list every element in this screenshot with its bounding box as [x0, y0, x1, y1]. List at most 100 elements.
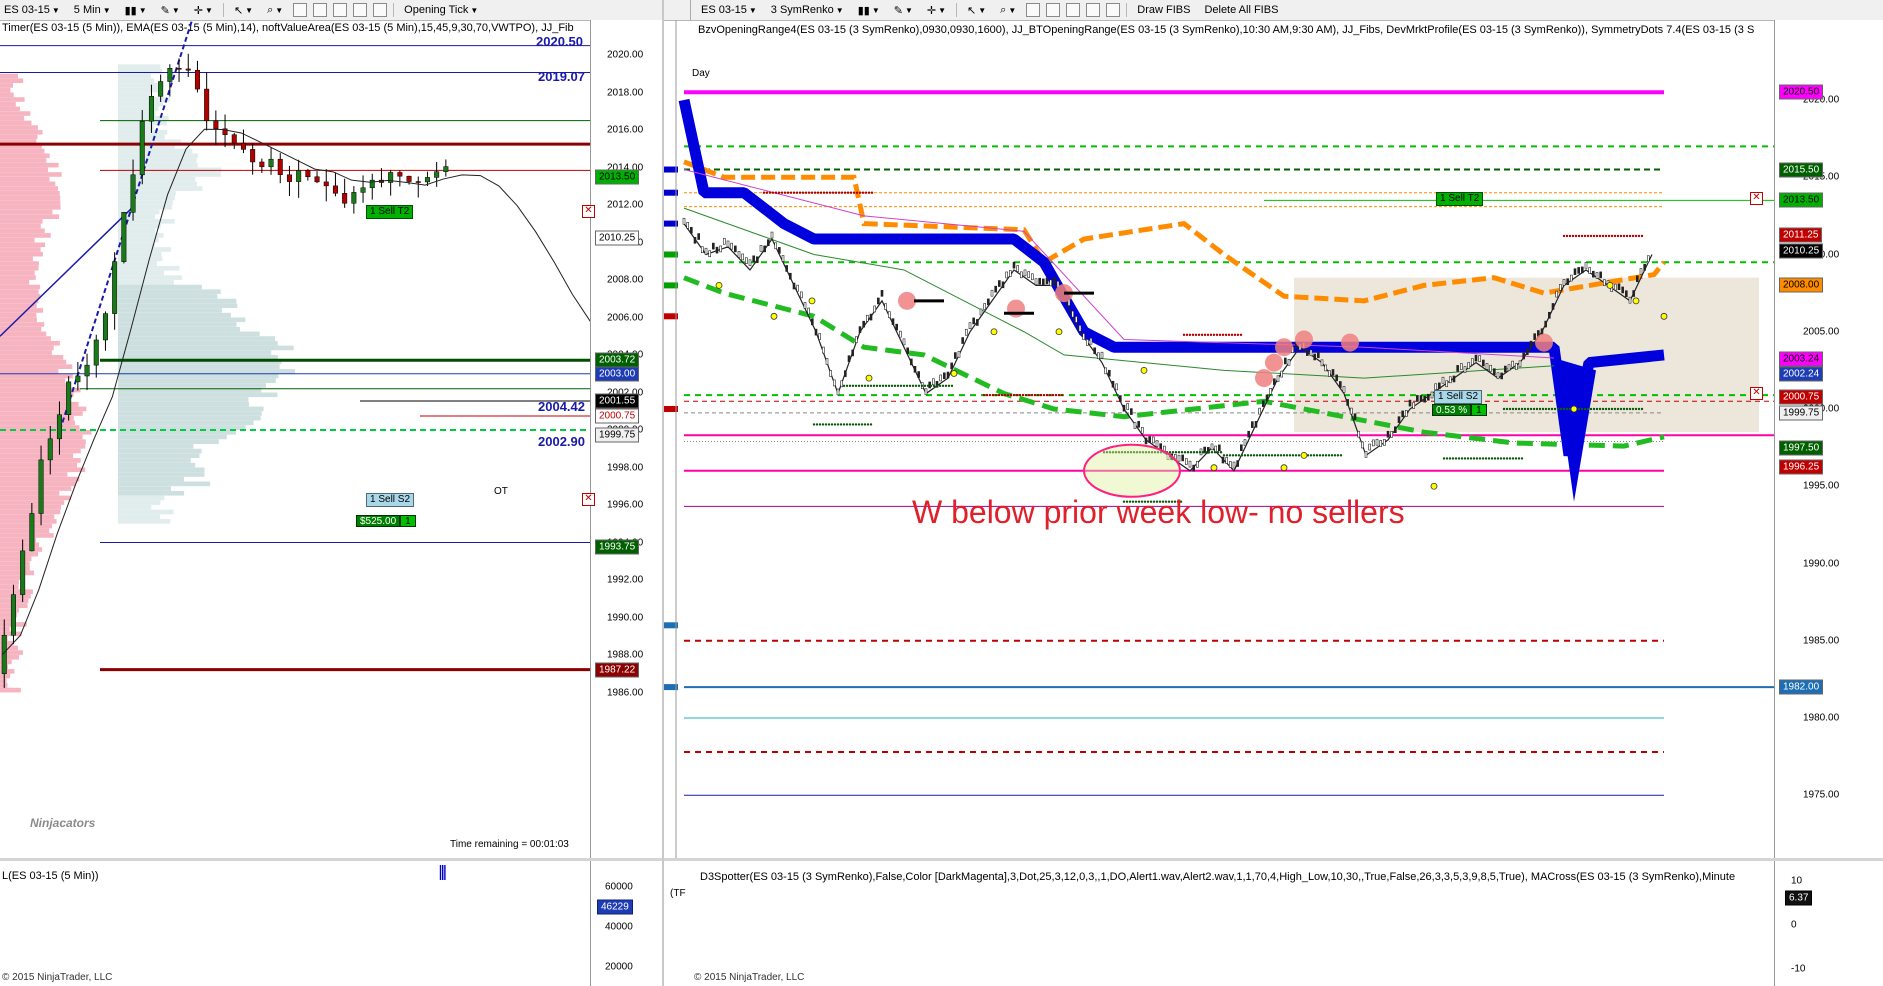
- draw-pencil-button[interactable]: ✎ ▼: [890, 1, 917, 19]
- symmetry-dot: [830, 423, 834, 426]
- pointer-icon: ↖: [967, 4, 977, 17]
- renko-brick: [1111, 380, 1115, 388]
- symmetry-dot: [815, 423, 819, 426]
- strategies-icon[interactable]: [1066, 3, 1081, 17]
- renko-brick: [1639, 268, 1643, 275]
- symmetry-dot: [1529, 407, 1533, 411]
- volume-profile-bar: [118, 350, 272, 355]
- oscillator-axis[interactable]: 10 0 -10 6.37: [1774, 861, 1883, 986]
- pane-separator[interactable]: [0, 858, 662, 861]
- symmetry-dot: [1174, 451, 1178, 454]
- crosshair-button[interactable]: ✛ ▼: [923, 1, 950, 19]
- left-position-pnl[interactable]: $525.00 1: [356, 515, 416, 527]
- strategies-icon[interactable]: [333, 3, 348, 17]
- profile-bar: [0, 134, 38, 140]
- pointer-button[interactable]: ↖ ▼: [230, 1, 257, 19]
- right-sell-t2-order[interactable]: 1 Sell T2: [1436, 192, 1484, 206]
- symmetry-dot: [1006, 393, 1010, 397]
- renko-brick: [866, 314, 869, 322]
- symmetry-dot: [1243, 454, 1247, 457]
- draw-pencil-button[interactable]: ✎ ▼: [157, 1, 184, 19]
- right-price-chart[interactable]: [664, 20, 1774, 880]
- profile-bar: [0, 490, 60, 496]
- template-selector[interactable]: Opening Tick ▼: [400, 1, 482, 19]
- right-interval-selector[interactable]: 3 SymRenko ▼: [767, 1, 848, 19]
- delete-fibs-button[interactable]: Delete All FIBS: [1200, 1, 1282, 19]
- renko-brick: [1463, 366, 1467, 373]
- symmetry-dot: [1060, 393, 1064, 397]
- symmetry-dot: [1209, 333, 1213, 337]
- template-label: Opening Tick: [404, 4, 469, 16]
- left-price-chart[interactable]: [0, 20, 590, 880]
- renko-brick: [1240, 444, 1243, 452]
- bar-style-button[interactable]: ▮▮ ▼: [854, 1, 884, 19]
- pane-separator[interactable]: [664, 858, 1883, 861]
- templates-icon[interactable]: [1086, 3, 1101, 17]
- swing-point: [1210, 464, 1218, 472]
- chart-properties-icon[interactable]: [1026, 3, 1041, 17]
- candle-body: [38, 459, 44, 514]
- chevron-down-icon: ▼: [938, 5, 947, 15]
- symmetry-dot: [1033, 393, 1037, 397]
- profile-bar: [0, 167, 49, 173]
- order-qty: 1: [1438, 391, 1444, 402]
- profile-bar: [0, 247, 41, 252]
- candle-body: [204, 88, 210, 122]
- indicators-icon[interactable]: [1046, 3, 1061, 17]
- data-box-icon[interactable]: [373, 3, 388, 17]
- profile-bar: [0, 270, 35, 276]
- symmetry-dot: [1188, 333, 1192, 337]
- symmetry-dot: [1628, 407, 1632, 411]
- indicators-icon[interactable]: [313, 3, 328, 17]
- symmetry-dot: [1027, 393, 1031, 397]
- renko-brick: [1511, 360, 1514, 368]
- pointer-button[interactable]: ↖ ▼: [963, 1, 990, 19]
- left-interval-selector[interactable]: 5 Min ▼: [70, 1, 115, 19]
- profile-bar: [0, 106, 20, 112]
- renko-brick: [873, 305, 876, 313]
- symmetry-dot: [1625, 234, 1629, 238]
- profile-bar: [0, 528, 50, 534]
- close-order-icon[interactable]: ✕: [582, 205, 595, 218]
- right-price-axis[interactable]: 2020.002015.002010.002005.002000.001995.…: [1774, 20, 1883, 860]
- renko-brick: [910, 358, 913, 366]
- renko-brick: [1390, 431, 1393, 438]
- left-instrument-selector[interactable]: ES 03-15 ▼: [0, 1, 64, 19]
- zoom-button[interactable]: ⌕ ▼: [263, 1, 287, 19]
- volume-profile-bar: [118, 467, 205, 473]
- bar-style-button[interactable]: ▮▮ ▼: [121, 1, 151, 19]
- symmetry-dot: [1451, 457, 1455, 460]
- renko-brick: [965, 328, 968, 336]
- symmetry-dot: [1520, 457, 1524, 460]
- symmetry-dot: [988, 393, 992, 397]
- chart-annotation: W below prior week low- no sellers: [912, 494, 1405, 530]
- left-price-axis[interactable]: 2020.002018.002016.002014.002012.002010.…: [590, 20, 662, 860]
- symmetry-dot: [1631, 407, 1635, 411]
- renko-brick: [1335, 374, 1338, 382]
- close-order-icon[interactable]: ✕: [582, 493, 595, 506]
- close-order-icon[interactable]: ✕: [1750, 192, 1763, 205]
- zoom-button[interactable]: ⌕ ▼: [996, 1, 1020, 19]
- crosshair-button[interactable]: ✛ ▼: [190, 1, 217, 19]
- close-order-icon[interactable]: ✕: [1750, 387, 1763, 400]
- left-sell-t2-order[interactable]: 1 Sell T2: [366, 205, 414, 219]
- symmetry-dot: [831, 191, 835, 194]
- right-sell-s2-order[interactable]: 1 Sell S2: [1434, 390, 1483, 404]
- left-volume-axis[interactable]: 60000 40000 20000 46229: [590, 861, 662, 986]
- right-instrument-selector[interactable]: ES 03-15 ▼: [697, 1, 761, 19]
- symmetry-dot: [857, 423, 861, 426]
- right-position-pct[interactable]: 0.53 % 1: [1432, 404, 1487, 416]
- symmetry-dot: [1592, 234, 1596, 238]
- renko-brick: [1104, 367, 1107, 375]
- symmetry-dot: [1015, 393, 1019, 397]
- chart-properties-icon[interactable]: [293, 3, 308, 17]
- symmetry-dot: [1261, 454, 1265, 457]
- left-sell-s2-order[interactable]: 1 Sell S2: [366, 493, 415, 507]
- data-box-icon[interactable]: [1106, 3, 1121, 17]
- symmetry-dot: [861, 191, 865, 194]
- draw-fibs-button[interactable]: Draw FIBS: [1133, 1, 1194, 19]
- volume-profile-bar: [118, 448, 202, 454]
- renko-brick: [1566, 278, 1569, 285]
- templates-icon[interactable]: [353, 3, 368, 17]
- ema-line: [1, 128, 590, 656]
